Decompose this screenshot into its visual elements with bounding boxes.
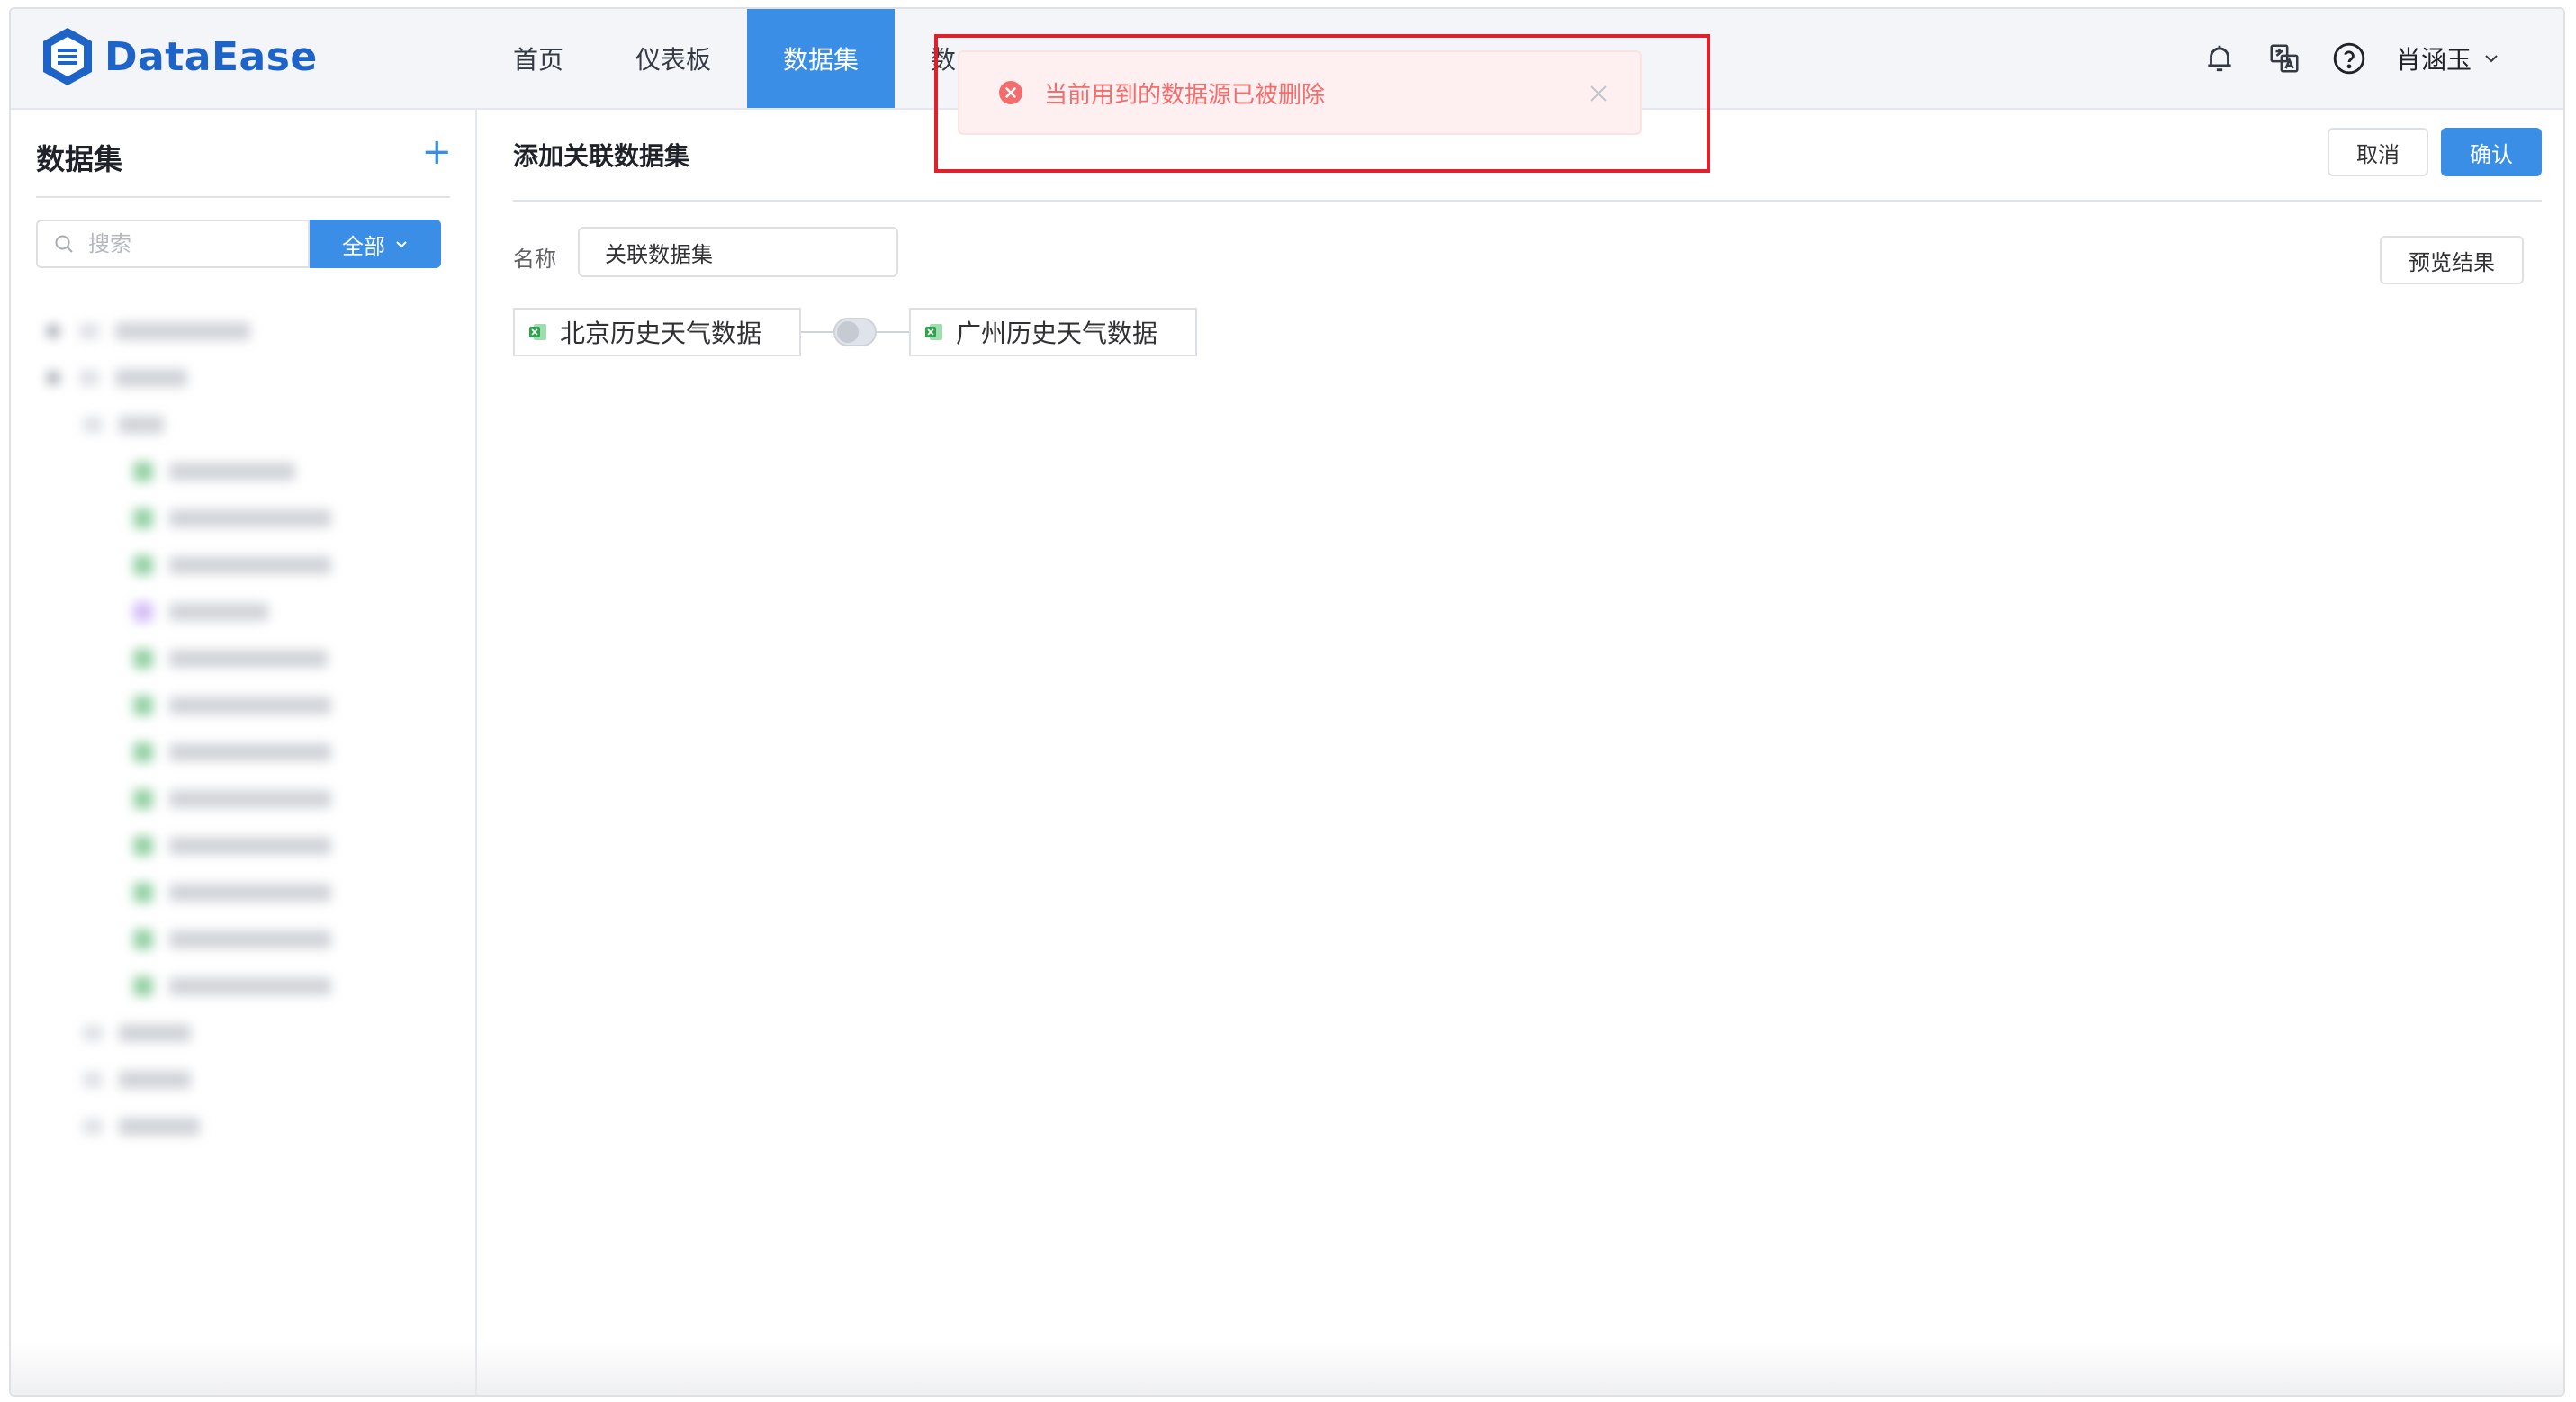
tree-node[interactable] (47, 1010, 443, 1056)
dataset-name: 广州历史天气数据 (956, 319, 1158, 348)
main-panel: 添加关联数据集 取消 确认 名称 预览结果 北京历史天气数据 广州历史天气数据 (477, 110, 2563, 1395)
translate-icon[interactable] (2265, 39, 2304, 78)
tree-node[interactable] (47, 635, 443, 682)
tree-node[interactable] (47, 963, 443, 1010)
tree-node[interactable] (47, 589, 443, 635)
tree-node[interactable] (47, 916, 443, 963)
user-menu[interactable]: 肖涵玉 (2396, 40, 2500, 76)
chevron-down-icon (2485, 55, 2498, 63)
tree-node[interactable] (47, 822, 443, 869)
plus-icon[interactable]: + (421, 130, 452, 175)
chevron-down-icon (396, 241, 407, 248)
error-toast: 当前用到的数据源已被删除 (958, 50, 1642, 135)
user-name: 肖涵玉 (2395, 45, 2472, 75)
excel-dataset-icon (925, 324, 942, 340)
search-input[interactable] (86, 230, 288, 257)
preview-result-button[interactable]: 预览结果 (2380, 236, 2524, 284)
main-nav: 首页 仪表板 数据集 数 (477, 9, 958, 108)
app-window: DataEase 首页 仪表板 数据集 数 肖涵玉 数据集 + 搜索 全部 添加… (9, 7, 2565, 1397)
logo[interactable]: DataEase (40, 25, 318, 88)
filter-label: 全部 (342, 233, 385, 259)
tree-node[interactable] (47, 355, 443, 401)
tree-node[interactable] (47, 682, 443, 729)
help-icon[interactable] (2329, 39, 2369, 78)
close-icon[interactable] (1588, 83, 1609, 104)
tree-node[interactable] (47, 1103, 443, 1150)
nav-datasource[interactable]: 数 (895, 9, 958, 108)
page-title: 添加关联数据集 (513, 141, 690, 171)
nav-home[interactable]: 首页 (477, 9, 599, 108)
tree-node[interactable] (47, 308, 443, 355)
notification-bell-icon[interactable] (2200, 39, 2239, 78)
name-label: 名称 (513, 247, 556, 272)
divider (513, 200, 2542, 202)
confirm-button[interactable]: 确认 (2441, 128, 2542, 176)
excel-dataset-icon (529, 324, 546, 340)
sidebar-title: 数据集 (36, 142, 123, 176)
dataset-tree (47, 308, 443, 1150)
logo-text: DataEase (104, 33, 318, 80)
join-type-toggle[interactable] (833, 318, 877, 346)
dataease-logo-icon (43, 28, 92, 85)
nav-dashboard[interactable]: 仪表板 (599, 9, 747, 108)
tree-node[interactable] (47, 542, 443, 589)
search-icon (55, 235, 73, 253)
tree-node[interactable] (47, 869, 443, 916)
dataset-name: 北京历史天气数据 (560, 319, 762, 348)
divider (36, 196, 450, 198)
tree-node[interactable] (47, 729, 443, 776)
header-actions: 肖涵玉 (2175, 9, 2500, 108)
tree-node[interactable] (47, 401, 443, 448)
tree-node[interactable] (47, 1056, 443, 1103)
tree-node[interactable] (47, 495, 443, 542)
filter-dropdown[interactable]: 全部 (310, 220, 441, 268)
bottom-shade (11, 1341, 2563, 1395)
tree-node[interactable] (47, 776, 443, 822)
search-field[interactable] (36, 220, 310, 268)
sidebar: 数据集 + 全部 (11, 110, 477, 1395)
cancel-button[interactable]: 取消 (2328, 128, 2428, 176)
name-input[interactable] (578, 227, 898, 277)
toast-message: 当前用到的数据源已被删除 (1044, 81, 1326, 109)
tree-node[interactable] (47, 448, 443, 495)
nav-dataset[interactable]: 数据集 (747, 9, 896, 108)
dataset-node-left[interactable]: 北京历史天气数据 (513, 308, 801, 356)
dataset-node-right[interactable]: 广州历史天气数据 (909, 308, 1197, 356)
error-circle-icon (999, 81, 1022, 104)
